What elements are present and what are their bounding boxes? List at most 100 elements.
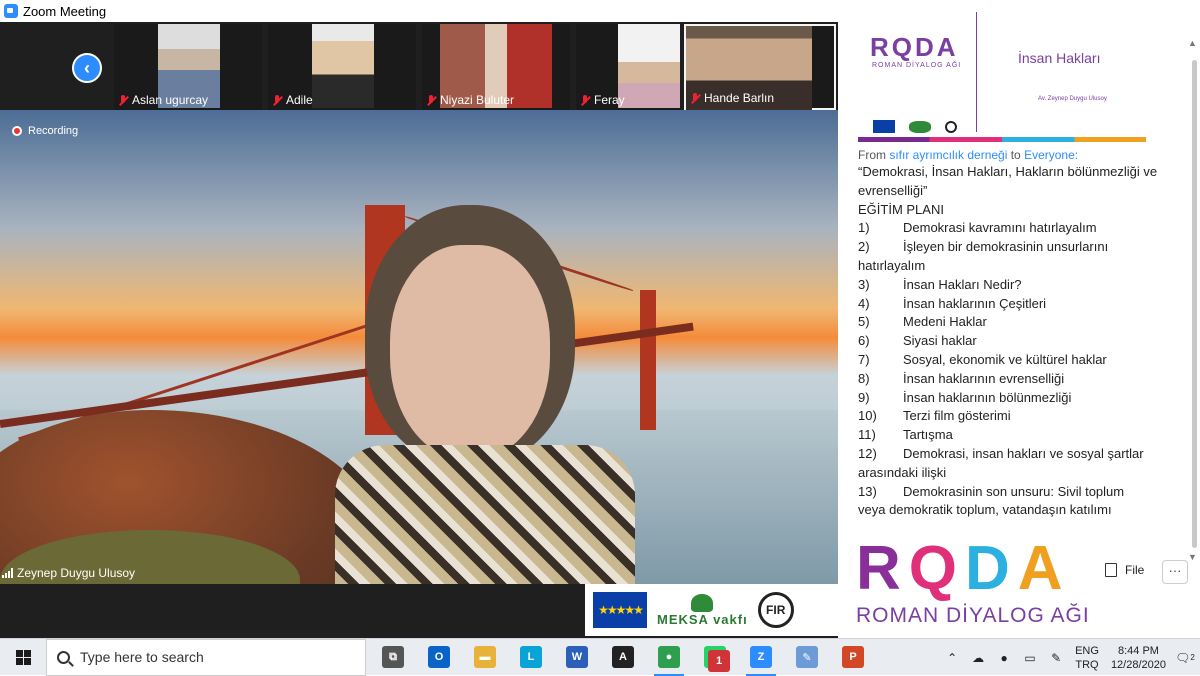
recording-label: Recording bbox=[28, 125, 79, 137]
mic-muted-icon bbox=[118, 94, 128, 106]
window-title: Zoom Meeting bbox=[23, 3, 107, 19]
taskbar-app-l-app[interactable]: L bbox=[508, 639, 554, 676]
participant-tile[interactable]: Adile bbox=[268, 24, 416, 110]
roda-logo-subtitle: ROMAN DİYALOG AĞI bbox=[856, 604, 1090, 627]
chat-line-text: İnsan haklarının evrenselliği bbox=[903, 370, 1065, 386]
chat-recipient[interactable]: Everyone: bbox=[1024, 148, 1078, 162]
chat-line: hatırlayalım bbox=[858, 257, 1158, 276]
fir-logo: FIR bbox=[757, 592, 794, 628]
chat-line-number: 1) bbox=[858, 220, 870, 236]
chat-line-number: 12) bbox=[858, 445, 877, 461]
taskbar-app-word[interactable]: W bbox=[554, 639, 600, 676]
chat-line: veya demokratik toplum, vatandaşın katıl… bbox=[858, 501, 1158, 520]
speaker-person bbox=[335, 205, 635, 584]
chat-line-number: 5) bbox=[858, 314, 870, 330]
chat-line: arasındaki ilişki bbox=[858, 464, 1158, 483]
chat-line-text: İnsan haklarının bölünmezliği bbox=[903, 389, 1072, 405]
chat-line-number: 7) bbox=[858, 351, 870, 367]
windows-taskbar: Type here to search ⧉ O ▬ L W A ● W1 Z ✎ P ⌃ ☁ ● ▭… bbox=[0, 638, 1200, 676]
participant-gallery: ‹ Aslan ugurcay Adile Niyazi Buluter Fer… bbox=[0, 22, 838, 110]
chat-line-number: 9) bbox=[858, 389, 870, 405]
chat-line: 8) İnsan haklarının evrenselliği bbox=[858, 370, 1158, 389]
taskbar-app-whatsapp[interactable]: W1 bbox=[692, 639, 738, 676]
taskbar-app-powerpoint[interactable]: P bbox=[830, 639, 876, 676]
chat-line: 4) İnsan haklarının Çeşitleri bbox=[858, 295, 1158, 314]
chat-line: 7) Sosyal, ekonomik ve kültürel haklar bbox=[858, 351, 1158, 370]
taskbar-app-task-view[interactable]: ⧉ bbox=[370, 639, 416, 676]
active-speaker-video: Recording Zeynep Duygu Ulusoy bbox=[0, 110, 838, 584]
chevron-left-icon: ‹ bbox=[84, 57, 90, 78]
taskbar-app-chrome[interactable]: ● bbox=[646, 639, 692, 676]
slide-subtitle: Av. Zeynep Duygu Ulusoy bbox=[1038, 96, 1107, 102]
sponsor-logos: ★★★★★ MEKSA vakfı FIR bbox=[585, 584, 838, 636]
chat-sender[interactable]: sıfır ayrımcılık derneği bbox=[889, 148, 1007, 162]
chat-scrollbar[interactable] bbox=[1192, 60, 1197, 548]
participant-name: Niyazi Buluter bbox=[440, 93, 515, 107]
chevron-up-icon[interactable]: ⌃ bbox=[945, 651, 959, 665]
roda-logo: RQDA bbox=[856, 534, 1071, 603]
participant-name: Aslan ugurcay bbox=[132, 93, 209, 107]
chat-line: 11) Tartışma bbox=[858, 426, 1158, 445]
pen-icon[interactable]: ✎ bbox=[1049, 651, 1063, 665]
recording-indicator: Recording bbox=[12, 125, 78, 137]
chat-line: 1) Demokrasi kavramını hatırlayalım bbox=[858, 219, 1158, 238]
notification-icon[interactable]: 🗨 2 bbox=[1175, 651, 1195, 665]
chat-line: 9) İnsan haklarının bölünmezliği bbox=[858, 389, 1158, 408]
chat-line-text: veya demokratik toplum, vatandaşın katıl… bbox=[858, 502, 1112, 518]
chat-line: 5) Medeni Haklar bbox=[858, 313, 1158, 332]
taskbar-app-zoom[interactable]: Z bbox=[738, 639, 784, 676]
zoom-icon: Z bbox=[750, 646, 772, 668]
roda-logo-subtitle: ROMAN DİYALOG AĞI bbox=[872, 62, 962, 69]
file-button[interactable]: File bbox=[1105, 563, 1144, 577]
word-icon: W bbox=[566, 646, 588, 668]
speaker-name-tag: Zeynep Duygu Ulusoy bbox=[2, 566, 135, 580]
taskbar-search[interactable]: Type here to search bbox=[46, 638, 366, 676]
scroll-down-arrow[interactable]: ▼ bbox=[1188, 552, 1197, 562]
participant-tile[interactable]: Feray bbox=[576, 24, 680, 110]
clock[interactable]: 8:44 PM 12/28/2020 bbox=[1111, 644, 1166, 672]
participant-tile[interactable]: Aslan ugurcay bbox=[114, 24, 262, 110]
chat-line: 6) Siyasi haklar bbox=[858, 332, 1158, 351]
language-indicator[interactable]: ENG TRQ bbox=[1075, 644, 1099, 672]
gallery-back-button[interactable]: ‹ bbox=[72, 53, 102, 83]
meksa-logo: MEKSA vakfı bbox=[657, 593, 748, 627]
taskbar-app-acrobat[interactable]: A bbox=[600, 639, 646, 676]
cloud-icon[interactable]: ☁ bbox=[971, 651, 985, 665]
more-options-button[interactable]: ··· bbox=[1162, 560, 1188, 584]
search-placeholder: Type here to search bbox=[80, 649, 204, 665]
chat-line-number: 8) bbox=[858, 370, 870, 386]
acrobat-icon: A bbox=[612, 646, 634, 668]
notification-count: 2 bbox=[1190, 653, 1195, 662]
microphone-icon[interactable]: ● bbox=[997, 651, 1011, 665]
chat-line-text: Sosyal, ekonomik ve kültürel haklar bbox=[903, 351, 1107, 367]
chat-line-number: 2) bbox=[858, 239, 870, 255]
system-tray: ⌃ ☁ ● ▭ ✎ ENG TRQ 8:44 PM 12/28/2020 🗨 2 bbox=[945, 639, 1200, 676]
chat-line-number: 11) bbox=[858, 427, 876, 443]
chat-line-number: 13) bbox=[858, 483, 877, 499]
chat-line-text: Tartışma bbox=[903, 427, 953, 443]
chat-line: 2) İşleyen bir demokrasinin unsurlarını bbox=[858, 238, 1158, 257]
l-app-icon: L bbox=[520, 646, 542, 668]
chat-line: 13) Demokrasinin son unsuru: Sivil toplum bbox=[858, 483, 1158, 502]
chat-line-text: Siyasi haklar bbox=[903, 333, 977, 349]
taskbar-app-file-explorer[interactable]: ▬ bbox=[462, 639, 508, 676]
chat-line: 10) Terzi film gösterimi bbox=[858, 407, 1158, 426]
chat-message-body: “Demokrasi, İnsan Hakları, Hakların bölü… bbox=[858, 163, 1158, 520]
chat-line-text: hatırlayalım bbox=[858, 257, 926, 273]
outlook-icon: O bbox=[428, 646, 450, 668]
start-button[interactable] bbox=[0, 639, 46, 676]
scroll-up-arrow[interactable]: ▲ bbox=[1188, 38, 1197, 48]
taskbar-app-paint[interactable]: ✎ bbox=[784, 639, 830, 676]
chat-line: 12) Demokrasi, insan hakları ve sosyal şa… bbox=[858, 445, 1158, 464]
participant-tile-active[interactable]: Hande Barlın bbox=[684, 24, 836, 110]
taskbar-app-outlook[interactable]: O bbox=[416, 639, 462, 676]
display-icon[interactable]: ▭ bbox=[1023, 651, 1037, 665]
speaker-name: Zeynep Duygu Ulusoy bbox=[17, 566, 136, 580]
participant-tile[interactable]: Niyazi Buluter bbox=[422, 24, 570, 110]
bridge-tower bbox=[640, 290, 656, 430]
zoom-icon bbox=[4, 4, 18, 18]
participant-video bbox=[618, 24, 680, 108]
chat-line-text: İnsan haklarının Çeşitleri bbox=[903, 295, 1047, 311]
participant-name: Adile bbox=[286, 93, 313, 107]
participant-video bbox=[312, 24, 374, 108]
